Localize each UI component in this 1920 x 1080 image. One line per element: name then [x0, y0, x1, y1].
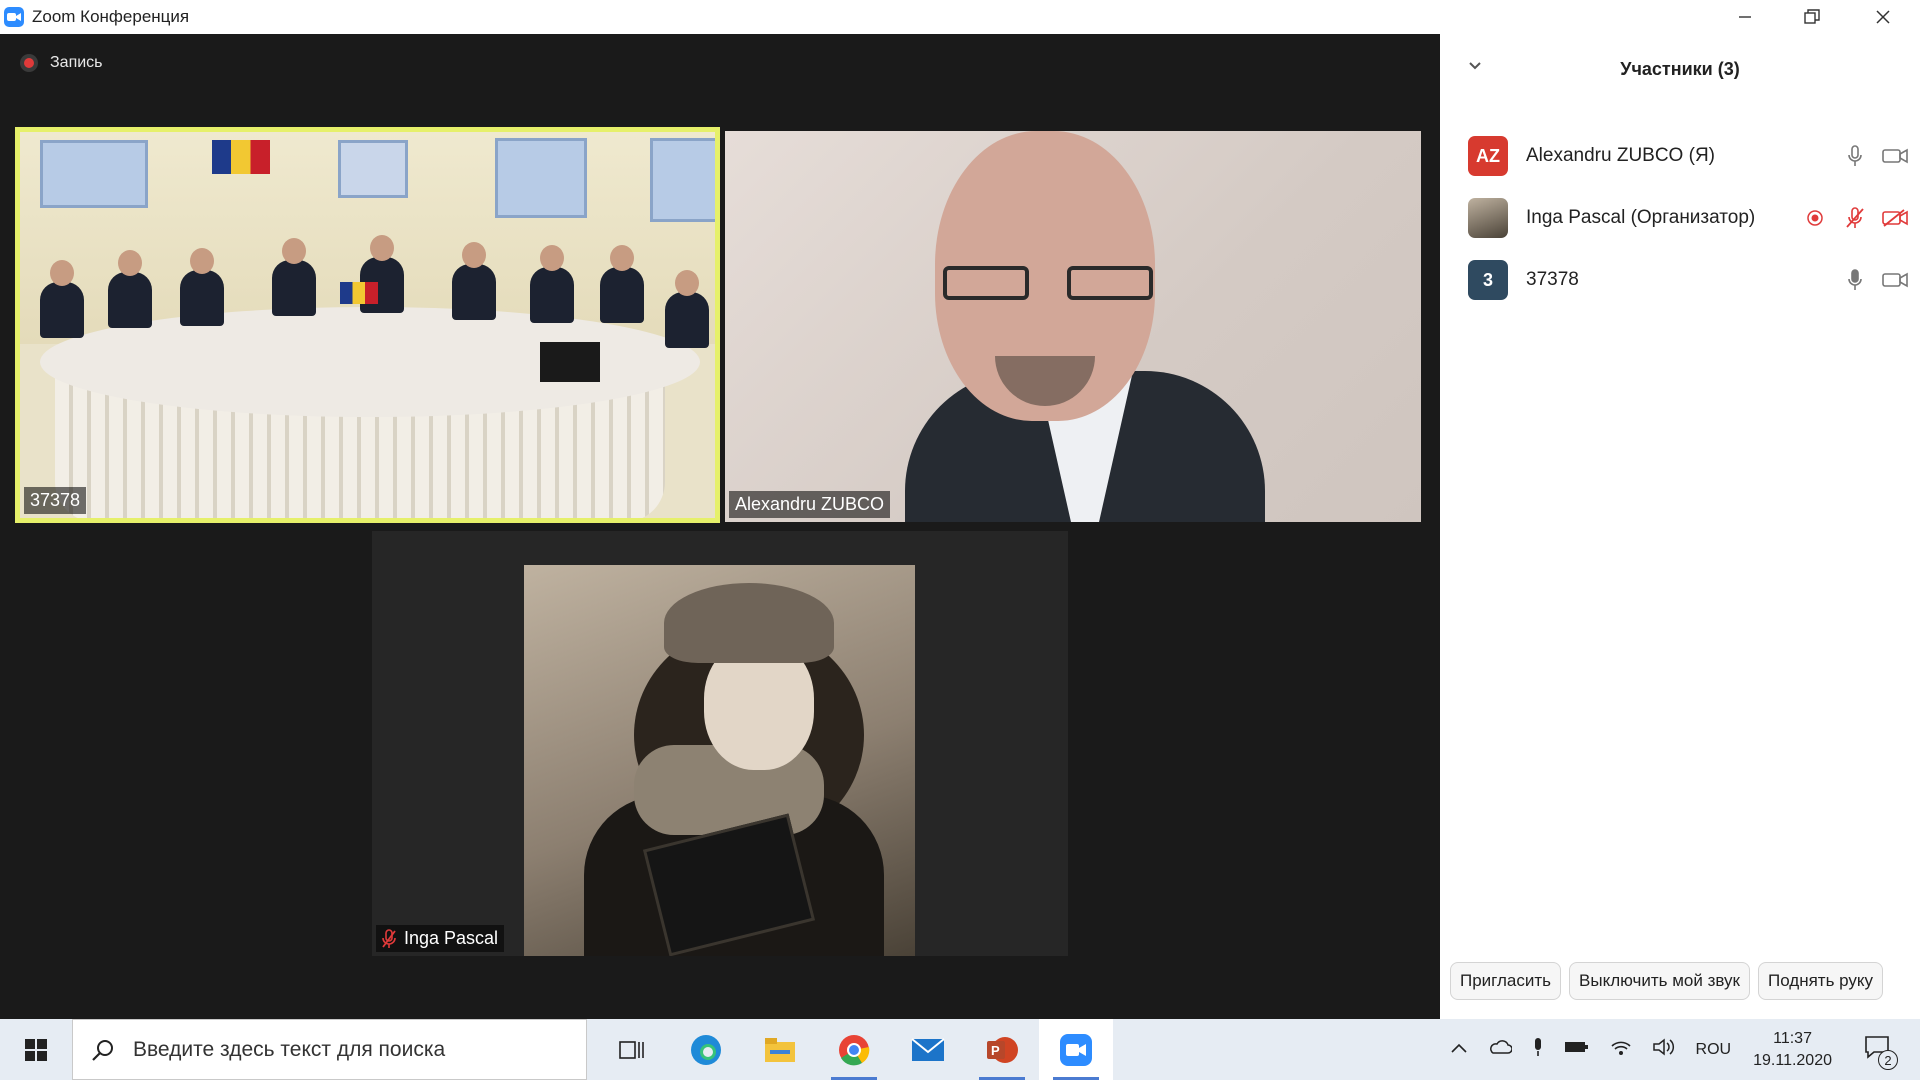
video-tile-alexandru[interactable]: Alexandru ZUBCO	[725, 131, 1421, 522]
zoom-app-icon	[4, 7, 24, 27]
chrome-icon[interactable]	[817, 1019, 891, 1080]
notifications-icon[interactable]: 2	[1864, 1035, 1898, 1070]
video-off-icon[interactable]	[1882, 205, 1908, 231]
video-tile-inga[interactable]: Inga Pascal	[372, 531, 1068, 956]
mic-muted-icon	[382, 928, 396, 949]
notification-count-badge: 2	[1878, 1050, 1898, 1070]
mute-me-button[interactable]: Выключить мой звук	[1569, 962, 1750, 1000]
search-icon	[91, 1038, 115, 1062]
wall-poster	[495, 138, 587, 218]
participant-name: Inga Pascal (Организатор)	[1526, 207, 1756, 228]
video-tile-conference-room[interactable]: 37378	[15, 127, 720, 523]
recording-indicator[interactable]: Запись	[20, 54, 103, 72]
wifi-icon[interactable]	[1610, 1038, 1632, 1061]
participant-name: 37378	[1526, 269, 1579, 290]
powerpoint-icon[interactable]: P	[965, 1019, 1039, 1080]
person	[600, 245, 644, 323]
raise-hand-button[interactable]: Поднять руку	[1757, 962, 1884, 1000]
laptop	[540, 342, 600, 382]
wall-poster	[650, 138, 715, 222]
video-name-tag: Alexandru ZUBCO	[729, 491, 891, 518]
wall-flag	[212, 140, 270, 174]
clock[interactable]: 11:37 19.11.2020	[1753, 1028, 1832, 1072]
person	[452, 242, 496, 320]
zoom-taskbar-icon[interactable]	[1039, 1019, 1113, 1080]
system-tray: ROU 11:37 19.11.2020 2	[1440, 1019, 1920, 1080]
participants-title: Участники (3)	[1620, 58, 1740, 79]
record-icon	[20, 54, 38, 72]
onedrive-icon[interactable]	[1488, 1039, 1513, 1060]
battery-icon[interactable]	[1564, 1039, 1590, 1060]
person	[272, 238, 316, 316]
person	[108, 250, 152, 328]
microphone-icon[interactable]	[1842, 143, 1868, 169]
video-camera-icon[interactable]	[1882, 143, 1908, 169]
table-flag	[340, 282, 378, 304]
person	[530, 245, 574, 323]
clock-date: 19.11.2020	[1753, 1051, 1832, 1069]
clock-time: 11:37	[1773, 1029, 1812, 1047]
avatar: 3	[1468, 260, 1508, 300]
person	[665, 270, 709, 348]
video-name-tag: 37378	[24, 487, 87, 514]
video-name-tag: Inga Pascal	[376, 925, 505, 952]
avatar: AZ	[1468, 136, 1508, 176]
panel-actions: Пригласить Выключить мой звук Поднять ру…	[1450, 962, 1884, 1000]
participant-row[interactable]: Inga Pascal (Организатор)	[1468, 195, 1908, 241]
microphone-tray-icon[interactable]	[1532, 1037, 1544, 1062]
person	[180, 248, 224, 326]
recording-label: Запись	[50, 54, 103, 71]
close-button[interactable]	[1848, 0, 1918, 34]
participant-row[interactable]: AZ Alexandru ZUBCO (Я)	[1468, 133, 1908, 179]
restore-button[interactable]	[1777, 0, 1847, 34]
mic-muted-icon[interactable]	[1842, 205, 1868, 231]
window-title: Zoom Конференция	[32, 7, 190, 26]
chevron-up-icon[interactable]	[1450, 1041, 1468, 1059]
meeting-area: Запись 37378 Alexandru ZUBCO Inga Pascal	[0, 34, 1440, 1019]
mail-icon[interactable]	[891, 1019, 965, 1080]
volume-icon[interactable]	[1652, 1038, 1676, 1061]
svg-text:P: P	[991, 1043, 1000, 1058]
avatar	[1468, 198, 1508, 238]
wall-poster	[338, 140, 408, 198]
edge-browser-icon[interactable]	[669, 1019, 743, 1080]
video-camera-icon[interactable]	[1882, 267, 1908, 293]
recording-dot-icon	[1802, 205, 1828, 231]
windows-start-icon[interactable]	[0, 1019, 72, 1080]
task-view-icon[interactable]	[595, 1019, 669, 1080]
taskbar: Введите здесь текст для поиска P ROU 11:…	[0, 1019, 1920, 1080]
title-bar: Zoom Конференция	[0, 0, 1920, 34]
profile-picture	[524, 565, 915, 956]
glasses	[943, 266, 1153, 304]
wall-poster	[40, 140, 148, 208]
file-explorer-icon[interactable]	[743, 1019, 817, 1080]
input-language[interactable]: ROU	[1696, 1041, 1732, 1059]
minimize-button[interactable]	[1710, 0, 1780, 34]
participant-name: Alexandru ZUBCO (Я)	[1526, 145, 1715, 166]
taskbar-search-box[interactable]: Введите здесь текст для поиска	[72, 1019, 587, 1080]
participant-row[interactable]: 3 37378	[1468, 257, 1908, 303]
invite-button[interactable]: Пригласить	[1450, 962, 1562, 1000]
participants-panel: Участники (3) AZ Alexandru ZUBCO (Я) Ing…	[1440, 34, 1920, 1019]
person	[40, 260, 84, 338]
search-placeholder: Введите здесь текст для поиска	[133, 1037, 446, 1061]
microphone-icon[interactable]	[1842, 267, 1868, 293]
